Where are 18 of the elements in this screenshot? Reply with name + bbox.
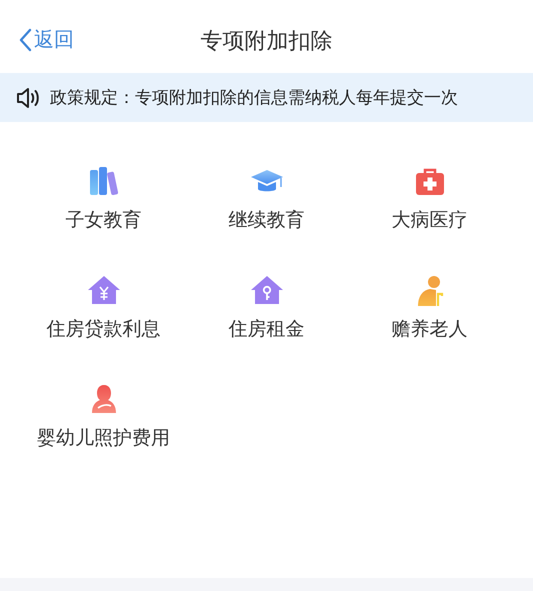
category-label[interactable]: 赡养老人 <box>392 316 468 342</box>
chevron-left-icon <box>18 28 32 52</box>
mother-with-baby-icon <box>92 385 116 413</box>
graduation-cap-icon <box>250 170 282 192</box>
category-label[interactable]: 继续教育 <box>228 207 304 233</box>
house-key-icon <box>250 276 282 304</box>
category-label[interactable]: 子女教育 <box>66 207 142 233</box>
category-label[interactable]: 住房租金 <box>228 316 304 342</box>
category-label[interactable]: 婴幼儿照护费用 <box>37 425 170 451</box>
elderly-person-icon <box>418 276 443 306</box>
house-yen-icon <box>88 276 120 304</box>
notice-text: 政策规定：专项附加扣除的信息需纳税人每年提交一次 <box>50 87 458 109</box>
category-label[interactable]: 住房贷款利息 <box>46 316 160 342</box>
back-button[interactable]: 返回 <box>18 26 74 53</box>
page-title: 专项附加扣除 <box>200 29 332 54</box>
medical-kit-icon <box>416 168 444 195</box>
books-icon <box>90 167 118 196</box>
category-label[interactable]: 大病医疗 <box>392 207 468 233</box>
